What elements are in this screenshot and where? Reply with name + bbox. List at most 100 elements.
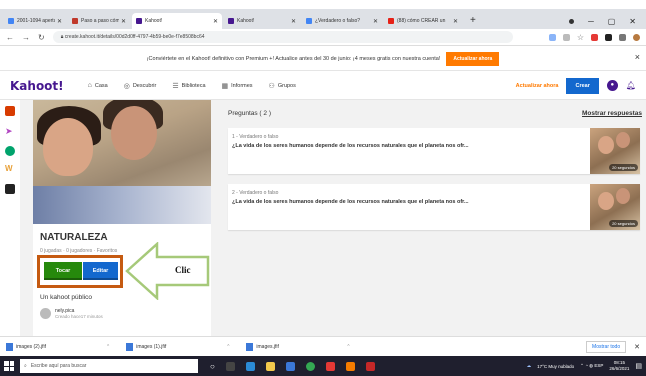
download-item[interactable]: images (1).jfif <box>126 342 226 351</box>
word-icon[interactable]: W <box>5 164 15 174</box>
app-icon[interactable] <box>345 361 355 371</box>
user-avatar[interactable]: ● <box>606 80 618 91</box>
click-annotation: Clic <box>175 265 191 275</box>
tab-favicon-icon <box>136 18 142 24</box>
question-thumbnail: 20 segundos <box>590 128 640 174</box>
search-icon: ⌕ <box>24 363 27 369</box>
show-all-button[interactable]: Mostrar todo <box>586 340 627 353</box>
office-icon[interactable] <box>5 106 15 116</box>
browser-tab[interactable]: Kahoot! ✕ <box>224 13 300 29</box>
close-tab-icon[interactable]: ✕ <box>373 18 378 25</box>
nav-item-discover[interactable]: ◎ Descubrir <box>124 82 157 90</box>
chevron-up-icon[interactable]: ⌃ <box>226 344 230 350</box>
download-item[interactable]: images (2).jfif <box>6 342 106 351</box>
tab-favicon-icon <box>228 18 234 24</box>
close-banner-icon[interactable]: × <box>635 52 640 62</box>
chrome-icon[interactable] <box>305 361 315 371</box>
created-time: Creado hace17 minutos <box>55 314 103 319</box>
compass-icon: ◎ <box>123 82 130 90</box>
taskbar-search[interactable]: ⌕ Escribe aquí para buscar <box>20 359 198 373</box>
clock[interactable]: 08:15 26/6/2021 <box>609 360 629 372</box>
url-field[interactable]: 🔒︎ create.kahoot.it/details/00d2d0ff-479… <box>52 31 513 43</box>
chevron-up-icon[interactable]: ⌃ <box>106 344 110 350</box>
play-button[interactable]: Tocar <box>44 262 82 280</box>
question-text: ¿La vida de los seres humanos depende de… <box>232 199 469 205</box>
reports-icon: ▦ <box>221 82 229 90</box>
store-icon[interactable] <box>285 361 295 371</box>
tab-favicon-icon <box>306 18 312 24</box>
edge-icon[interactable] <box>245 361 255 371</box>
tab-favicon-icon <box>72 18 78 24</box>
back-icon[interactable]: ← <box>6 33 14 42</box>
tab-favicon-icon <box>8 18 14 24</box>
upgrade-now-button[interactable]: Actualizar ahora <box>446 51 500 66</box>
close-tab-icon[interactable]: ✕ <box>291 18 296 25</box>
chevron-up-icon[interactable]: ⌃ <box>346 344 350 350</box>
browser-tab[interactable]: (88) cómo CREAR un ✕ <box>384 13 462 29</box>
question-card[interactable]: 1 - Verdadero o falso ¿La vida de los se… <box>228 128 640 174</box>
browser-tab[interactable]: 2001-1094 apertura - C✕ <box>4 13 66 29</box>
extension-icon[interactable] <box>548 33 556 41</box>
browser-tab[interactable]: Paso a paso cómo cr✕ <box>68 13 130 29</box>
groups-icon: ⚇ <box>268 82 275 90</box>
visibility-label: Un kahoot público <box>40 294 93 301</box>
extensions-area: ☆ <box>548 33 640 42</box>
question-time-badge: 20 segundos <box>609 220 638 227</box>
bell-icon[interactable]: 🔔︎ <box>626 81 636 90</box>
promo-text: ¡Conviértete en el Kahoot! definitivo co… <box>146 55 441 62</box>
download-item[interactable]: images.jfif <box>246 342 346 351</box>
question-thumbnail: 20 segundos <box>590 184 640 230</box>
new-tab-button[interactable]: + <box>464 13 482 29</box>
downloads-bar: images (2).jfif ⌃ images (1).jfif ⌃ imag… <box>0 336 646 356</box>
nav-item-reports[interactable]: ▦ Informes <box>222 82 253 90</box>
weather-text[interactable]: 17°C Muy nublado <box>537 364 574 369</box>
minimize-icon[interactable]: ─ <box>588 17 594 26</box>
browser-tab-bar: 2001-1094 apertura - C✕ Paso a paso cómo… <box>0 9 646 29</box>
window-controls: ─ ▢ ✕ <box>569 13 646 29</box>
windows-start-icon[interactable] <box>4 361 14 371</box>
close-tab-icon[interactable]: ✕ <box>213 18 218 25</box>
question-card[interactable]: 2 - Verdadero o falso ¿La vida de los se… <box>228 184 640 230</box>
app-icon[interactable] <box>5 184 15 194</box>
premium-banner: ¡Conviértete en el Kahoot! definitivo co… <box>0 47 646 71</box>
pointer-arrow-icon <box>125 242 210 300</box>
home-icon: ⌂ <box>87 82 92 89</box>
reload-icon[interactable]: ↻ <box>38 33 45 42</box>
profile-dot-icon[interactable] <box>569 18 575 24</box>
create-button[interactable]: Crear <box>566 77 599 94</box>
app-icon[interactable] <box>325 361 335 371</box>
star-icon[interactable]: ☆ <box>577 33 584 42</box>
zoom-icon[interactable] <box>562 33 570 41</box>
extension-icon[interactable] <box>619 33 626 41</box>
show-answers-link[interactable]: Mostrar respuestas <box>582 110 642 117</box>
kahoot-title: NATURALEZA <box>40 232 108 243</box>
browser-tab-active[interactable]: Kahoot! ✕ <box>132 13 222 29</box>
extension-icon[interactable] <box>605 33 612 41</box>
edit-button[interactable]: Editar <box>83 262 118 280</box>
maximize-icon[interactable]: ▢ <box>608 17 616 26</box>
upgrade-link[interactable]: Actualizar ahora <box>516 83 559 89</box>
tray-icons[interactable]: ⌃ ◔ ◍ ESP <box>580 363 603 369</box>
close-window-icon[interactable]: ✕ <box>629 17 636 26</box>
close-tab-icon[interactable]: ✕ <box>57 18 62 25</box>
profile-avatar-icon[interactable] <box>633 33 640 41</box>
kahoot-logo[interactable]: Kahoot! <box>10 79 64 93</box>
arrow-icon[interactable]: ➤ <box>5 126 15 136</box>
browser-tab[interactable]: ¿Verdadero o falso? ✕ <box>302 13 382 29</box>
nav-item-library[interactable]: ☰ Biblioteca <box>172 82 205 90</box>
cortana-icon[interactable]: ○ <box>210 362 215 371</box>
close-tab-icon[interactable]: ✕ <box>121 18 126 25</box>
nav-item-groups[interactable]: ⚇ Grupos <box>269 82 296 90</box>
file-icon <box>126 342 134 351</box>
cover-image <box>33 100 211 224</box>
close-tab-icon[interactable]: ✕ <box>453 18 458 25</box>
task-view-icon[interactable] <box>225 361 235 371</box>
extension-icon[interactable] <box>591 33 598 41</box>
notifications-icon[interactable]: ▤ <box>635 362 642 370</box>
explorer-icon[interactable] <box>265 361 275 371</box>
forward-icon[interactable]: → <box>22 33 30 42</box>
teams-icon[interactable] <box>5 146 15 156</box>
nav-item-home[interactable]: ⌂ Casa <box>88 82 108 89</box>
app-icon[interactable] <box>365 361 375 371</box>
close-downloads-icon[interactable]: ✕ <box>634 343 640 351</box>
